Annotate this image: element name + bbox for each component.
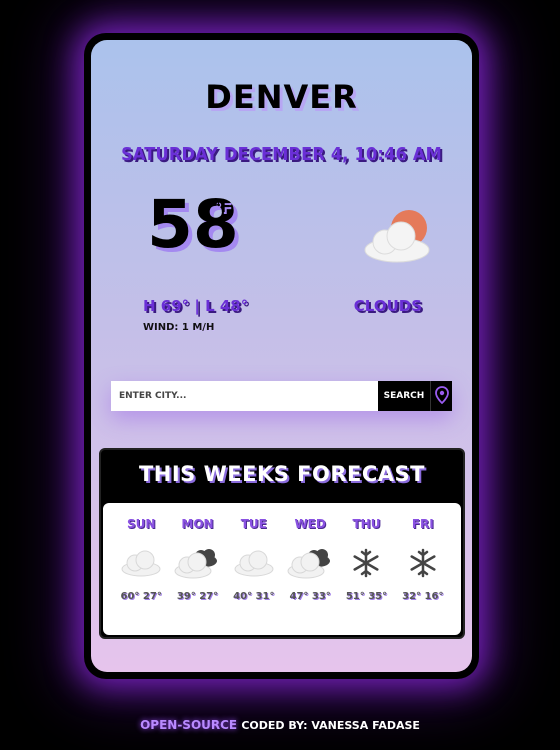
day-name: Fri [411, 517, 434, 531]
city-search-input[interactable] [111, 381, 378, 411]
dark-clouds-icon [285, 545, 335, 581]
day-temperatures: 47° 33° [289, 591, 331, 602]
snowflake-icon [398, 545, 448, 581]
weekly-forecast: This Weeks Forecast Sun 60° 27° Mon [99, 448, 465, 639]
temperature-unit: °F [213, 198, 231, 216]
partly-cloudy-sun-icon [357, 206, 437, 266]
high-low-temperature: H 69° | L 48° [143, 297, 249, 315]
day-temperatures: 40° 31° [233, 591, 275, 602]
forecast-title: This Weeks Forecast [138, 462, 426, 486]
footer: Open-Source coded by: Vanessa Fadase [0, 718, 560, 732]
location-button[interactable] [430, 381, 452, 411]
day-name: Tue [240, 517, 267, 531]
forecast-day: Fri 32° 16° [395, 503, 451, 602]
day-temperatures: 39° 27° [176, 591, 219, 602]
weather-condition: Clouds [353, 297, 422, 315]
city-name: Denver [205, 78, 358, 116]
day-name: Sun [126, 517, 156, 531]
day-name: Thu [352, 517, 381, 531]
weather-card: Denver Saturday December 4, 10:46 AM 58 … [84, 33, 479, 679]
day-temperatures: 60° 27° [120, 591, 162, 602]
day-name: Wed [294, 517, 326, 531]
map-pin-icon [434, 385, 449, 407]
search-button[interactable]: Search [378, 381, 430, 411]
day-name: Mon [181, 517, 214, 531]
forecast-day: Thu 51° 35° [338, 503, 394, 602]
dark-clouds-icon [172, 545, 222, 581]
forecast-days-panel: Sun 60° 27° Mon 39° 27° Tu [103, 503, 461, 635]
forecast-day: Mon 39° 27° [169, 503, 225, 602]
day-temperatures: 32° 16° [402, 591, 444, 602]
forecast-day: Sun 60° 27° [113, 503, 169, 602]
date-time: Saturday December 4, 10:46 AM [121, 144, 442, 165]
forecast-day: Wed 47° 33° [282, 503, 338, 602]
open-source-link[interactable]: Open-Source [140, 718, 237, 732]
footer-credit: coded by: Vanessa Fadase [241, 719, 420, 732]
forecast-day: Tue 40° 31° [226, 503, 282, 602]
cloud-icon [116, 545, 166, 581]
search-bar: Search [111, 381, 452, 411]
wind-speed: Wind: 1 m/h [143, 322, 215, 333]
day-temperatures: 51° 35° [345, 591, 388, 602]
cloud-icon [229, 545, 279, 581]
snowflake-icon [341, 545, 391, 581]
weather-panel: Denver Saturday December 4, 10:46 AM 58 … [91, 40, 472, 672]
